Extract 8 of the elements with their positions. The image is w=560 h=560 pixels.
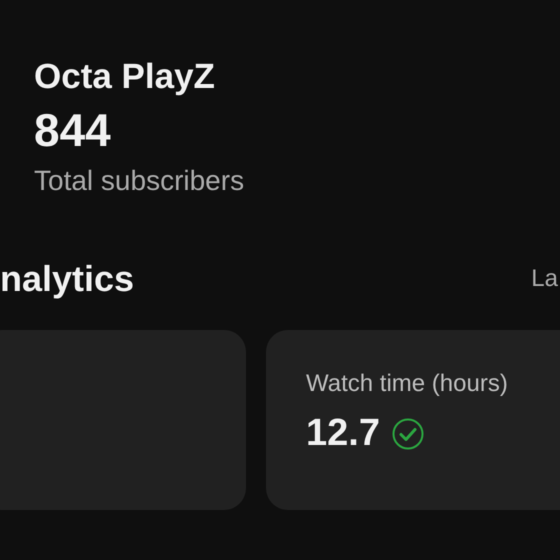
metric-card[interactable]: Watch time (hours) 12.7 [266, 330, 560, 510]
metric-label: Watch time (hours) [306, 370, 508, 398]
channel-name: Octa PlayZ [34, 56, 216, 98]
subscriber-label: Total subscribers [34, 164, 246, 198]
period-link[interactable]: La [531, 265, 558, 293]
subscriber-count: 844 [34, 104, 112, 156]
section-title: nalytics [0, 258, 134, 300]
metric-value: 12.7 [306, 412, 380, 455]
